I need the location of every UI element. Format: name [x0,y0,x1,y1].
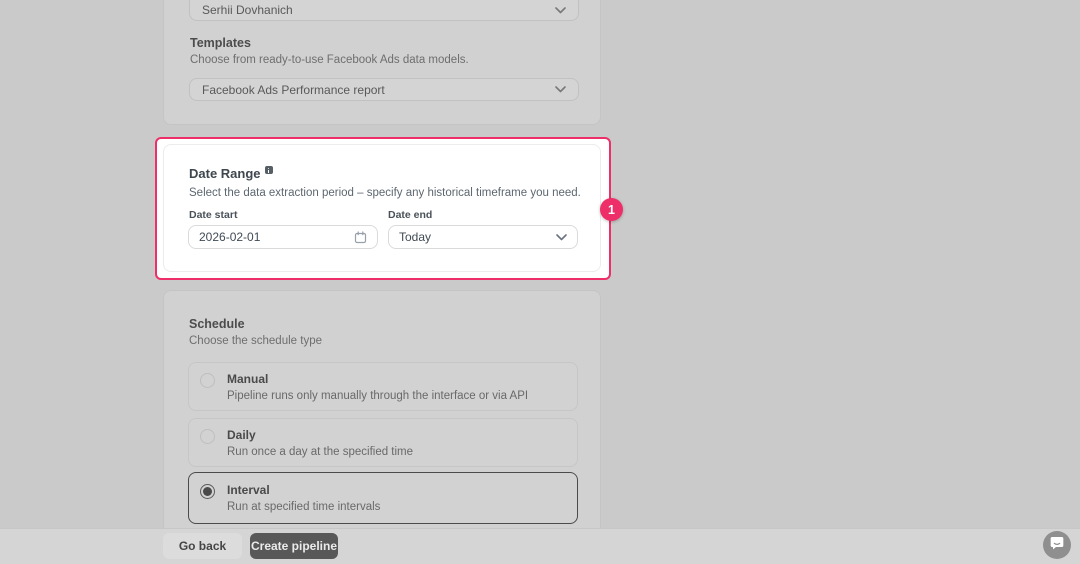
chevron-down-icon [555,7,566,14]
option-title: Manual [227,372,528,386]
option-text: Manual Pipeline runs only manually throu… [227,372,528,401]
date-start-value: 2026-02-01 [199,230,260,244]
chat-bubble-icon [1049,535,1065,556]
date-range-description: Select the data extraction period – spec… [189,187,581,199]
template-select-value: Facebook Ads Performance report [202,83,385,97]
date-end-value: Today [399,230,431,244]
option-description: Pipeline runs only manually through the … [227,390,528,402]
option-description: Run once a day at the specified time [227,446,413,458]
option-description: Run at specified time intervals [227,501,380,513]
info-icon[interactable] [265,166,273,174]
chat-launcher-button[interactable] [1043,531,1071,559]
date-start-label: Date start [189,209,237,221]
radio-selected-icon[interactable] [200,484,215,499]
schedule-option-manual[interactable]: Manual Pipeline runs only manually throu… [188,362,578,411]
account-select-value: Serhii Dovhanich [202,3,293,17]
date-range-heading-text: Date Range [189,166,261,181]
radio-unselected-icon[interactable] [200,429,215,444]
option-title: Interval [227,483,380,497]
pipeline-setup-screen: Serhii Dovhanich Templates Choose from r… [0,0,1080,564]
account-select[interactable]: Serhii Dovhanich [189,0,579,21]
tour-step-badge[interactable]: 1 [600,198,623,221]
option-text: Interval Run at specified time intervals [227,483,380,513]
schedule-option-interval[interactable]: Interval Run at specified time intervals [188,472,578,524]
option-title: Daily [227,428,413,442]
radio-unselected-icon[interactable] [200,373,215,388]
templates-description: Choose from ready-to-use Facebook Ads da… [190,54,469,66]
footer-bar [0,528,1080,564]
date-start-input[interactable]: 2026-02-01 [188,225,378,249]
schedule-heading: Schedule [189,317,245,331]
date-range-section [163,144,601,272]
date-end-label: Date end [388,209,432,221]
date-range-heading: Date Range [189,166,273,181]
template-select[interactable]: Facebook Ads Performance report [189,78,579,101]
templates-heading: Templates [190,36,251,50]
chevron-down-icon [555,86,566,93]
go-back-button[interactable]: Go back [163,533,242,559]
calendar-icon [354,231,367,244]
schedule-option-daily[interactable]: Daily Run once a day at the specified ti… [188,418,578,467]
create-pipeline-button[interactable]: Create pipeline [250,533,338,559]
date-end-select[interactable]: Today [388,225,578,249]
schedule-description: Choose the schedule type [189,335,322,347]
chevron-down-icon [556,234,567,241]
source-settings-panel: Serhii Dovhanich Templates Choose from r… [163,0,601,125]
option-text: Daily Run once a day at the specified ti… [227,428,413,457]
